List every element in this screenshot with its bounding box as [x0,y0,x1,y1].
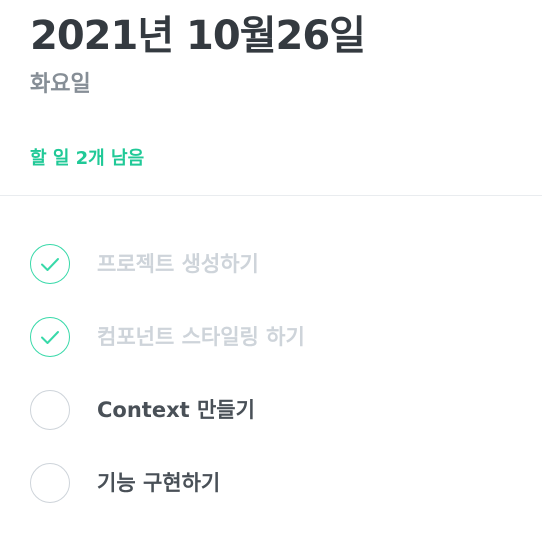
todo-check-button[interactable] [30,463,70,503]
day-of-week: 화요일 [30,72,91,97]
todo-list: 프로젝트 생성하기 컴포넌트 스타일링 하기 Context 만들기 기능 구현… [0,196,542,504]
check-icon [41,331,59,344]
todo-check-button[interactable] [30,390,70,430]
date-title: 2021년 10월26일 [30,13,366,59]
todo-item: 기능 구현하기 [30,462,512,504]
todo-text: 컴포넌트 스타일링 하기 [97,325,305,349]
todo-text: 프로젝트 생성하기 [97,252,259,276]
todo-check-button[interactable] [30,317,70,357]
todo-text: 기능 구현하기 [97,471,221,495]
tasks-left-count: 할 일 2개 남음 [30,148,145,169]
check-icon [41,258,59,271]
todo-item: 프로젝트 생성하기 [30,243,512,285]
todo-text: Context 만들기 [97,398,255,422]
todo-header: 2021년 10월26일 화요일 할 일 2개 남음 [0,0,542,196]
todo-check-button[interactable] [30,244,70,284]
todo-item: 컴포넌트 스타일링 하기 [30,316,512,358]
todo-item: Context 만들기 [30,389,512,431]
